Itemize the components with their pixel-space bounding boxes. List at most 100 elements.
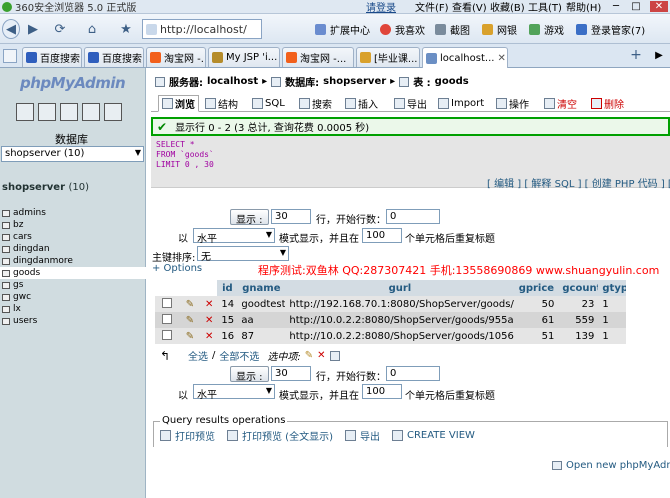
column-header-id[interactable]: id bbox=[217, 280, 237, 296]
export-icon[interactable] bbox=[329, 350, 340, 361]
sidebar-table-gwc[interactable]: gwc bbox=[0, 291, 146, 303]
home-icon[interactable]: ⌂ bbox=[84, 19, 100, 39]
delete-icon[interactable]: ✕ bbox=[205, 315, 213, 326]
delete-icon[interactable]: ✕ bbox=[205, 331, 213, 342]
table-icon[interactable] bbox=[2, 317, 10, 325]
login-manager-icon[interactable] bbox=[576, 24, 587, 35]
forward-icon[interactable]: ▶ bbox=[26, 19, 40, 39]
row-checkbox[interactable] bbox=[155, 312, 179, 328]
table-icon[interactable] bbox=[2, 281, 10, 289]
column-header-gcount[interactable]: gcount bbox=[558, 280, 598, 296]
refresh-icon[interactable]: ⟳ bbox=[52, 19, 68, 39]
new-tab-icon[interactable]: + bbox=[628, 48, 644, 64]
sort-select[interactable]: 无 bbox=[197, 246, 289, 263]
extension-icon[interactable] bbox=[315, 24, 326, 35]
tab-taobao-2[interactable]: 淘宝网 -... bbox=[282, 47, 354, 67]
column-header-gname[interactable]: gname bbox=[237, 280, 285, 296]
print-icon[interactable] bbox=[227, 430, 238, 441]
table-icon[interactable] bbox=[2, 305, 10, 313]
tab-scroll-icon[interactable]: ▶ bbox=[652, 48, 666, 64]
tab-localhost[interactable]: localhost... ✕ bbox=[422, 47, 508, 68]
delete-icon[interactable]: ✕ bbox=[205, 299, 213, 310]
repeat-input-top[interactable]: 100 bbox=[362, 228, 402, 243]
edit-icon[interactable]: ✎ bbox=[186, 331, 194, 342]
repeat-input-bottom[interactable]: 100 bbox=[362, 384, 402, 399]
tab-browse[interactable]: 浏览 bbox=[158, 95, 199, 112]
export-link[interactable]: 导出 bbox=[360, 428, 380, 443]
tab-import[interactable]: Import bbox=[438, 95, 484, 111]
row-edit[interactable]: ✎ bbox=[179, 296, 201, 312]
table-row[interactable]: ✎ ✕ 15 aa http://10.0.2.2:8080/ShopServer/go… bbox=[155, 312, 627, 328]
server-link[interactable]: localhost bbox=[207, 76, 258, 87]
row-delete[interactable]: ✕ bbox=[201, 296, 217, 312]
menu-tools[interactable]: 工具(T) bbox=[528, 0, 562, 13]
game-icon[interactable] bbox=[529, 24, 540, 35]
scissors-icon[interactable] bbox=[435, 24, 446, 35]
window-icon[interactable] bbox=[552, 461, 562, 470]
table-icon[interactable] bbox=[2, 233, 10, 241]
menu-view[interactable]: 查看(V) bbox=[452, 0, 487, 13]
tab-graduation[interactable]: [毕业课... bbox=[356, 47, 420, 67]
table-icon[interactable] bbox=[2, 245, 10, 253]
menu-help[interactable]: 帮助(H) bbox=[566, 0, 601, 13]
table-icon[interactable] bbox=[2, 209, 10, 217]
sidebar-table-users[interactable]: users bbox=[0, 315, 146, 327]
print-icon[interactable] bbox=[160, 430, 171, 441]
menu-bookmarks[interactable]: 收藏(B) bbox=[490, 0, 525, 13]
print-full-link[interactable]: 打印预览 (全文显示) bbox=[242, 428, 333, 443]
tab-close-icon[interactable]: ✕ bbox=[497, 53, 505, 64]
menu-file[interactable]: 文件(F) bbox=[415, 0, 449, 13]
create-view-link[interactable]: CREATE VIEW bbox=[407, 430, 475, 441]
export-icon[interactable] bbox=[344, 430, 356, 441]
table-row[interactable]: ✎ ✕ 14 goodtest http://192.168.70.1:8080/Sho… bbox=[155, 296, 627, 312]
db-select[interactable]: shopserver (10) bbox=[1, 146, 144, 162]
row-delete[interactable]: ✕ bbox=[201, 312, 217, 328]
edit-icon[interactable]: ✎ bbox=[186, 315, 194, 326]
options-link[interactable]: + Options bbox=[152, 263, 202, 274]
sidebar-table-bz[interactable]: bz bbox=[0, 219, 146, 231]
table-icon[interactable] bbox=[2, 221, 10, 229]
rows-input-bottom[interactable]: 30 bbox=[271, 366, 311, 381]
delete-icon[interactable]: ✕ bbox=[317, 350, 325, 361]
row-checkbox[interactable] bbox=[155, 328, 179, 344]
close-window-button[interactable]: ✕ bbox=[650, 1, 668, 12]
sidebar-table-dingdanmore[interactable]: dingdanmore bbox=[0, 255, 146, 267]
column-header-gurl[interactable]: gurl bbox=[285, 280, 514, 296]
edit-icon[interactable]: ✎ bbox=[186, 299, 194, 310]
show-button-bottom[interactable]: 显示 : bbox=[230, 366, 269, 383]
tab-sql[interactable]: SQL bbox=[252, 95, 285, 111]
row-edit[interactable]: ✎ bbox=[179, 328, 201, 344]
favorite-star-icon[interactable]: ★ bbox=[118, 19, 134, 39]
db-crumb-link[interactable]: shopserver bbox=[323, 76, 386, 87]
online-bank-button[interactable]: 网银 bbox=[497, 22, 517, 37]
tab-list-icon[interactable] bbox=[3, 49, 17, 63]
logout-icon[interactable] bbox=[38, 103, 56, 121]
tab-export[interactable]: 导出 bbox=[394, 95, 427, 111]
new-window-link[interactable]: Open new phpMyAdmin bbox=[566, 460, 670, 471]
mode-select-bottom[interactable]: 水平 bbox=[193, 384, 275, 401]
print-preview-link[interactable]: 打印预览 bbox=[175, 428, 215, 443]
checkbox-icon[interactable] bbox=[162, 297, 172, 308]
screenshot-button[interactable]: 截图 bbox=[450, 22, 470, 37]
sidebar-table-cars[interactable]: cars bbox=[0, 231, 146, 243]
sidebar-table-goods[interactable]: goods bbox=[0, 267, 146, 279]
table-icon[interactable] bbox=[2, 293, 10, 301]
row-checkbox[interactable] bbox=[155, 296, 179, 312]
db-title[interactable]: shopserver (10) bbox=[2, 182, 89, 193]
back-icon[interactable]: ◀ bbox=[2, 19, 20, 39]
edit-icon[interactable]: ✎ bbox=[305, 350, 313, 361]
table-crumb-link[interactable]: goods bbox=[435, 76, 469, 87]
tab-operations[interactable]: 操作 bbox=[496, 95, 529, 111]
deselect-all-link[interactable]: 全部不选 bbox=[219, 348, 259, 363]
minimize-button[interactable]: ─ bbox=[608, 1, 624, 12]
tab-baidu-2[interactable]: 百度搜索... bbox=[84, 47, 144, 67]
tab-search[interactable]: 搜索 bbox=[299, 95, 332, 111]
tab-taobao-1[interactable]: 淘宝网 -... bbox=[146, 47, 206, 67]
extension-center[interactable]: 扩展中心 bbox=[330, 22, 370, 37]
games-button[interactable]: 游戏 bbox=[544, 22, 564, 37]
tab-structure[interactable]: 结构 bbox=[205, 95, 238, 111]
tab-myjsp[interactable]: My JSP 'i... bbox=[208, 47, 280, 67]
maximize-button[interactable]: □ bbox=[628, 1, 644, 12]
view-icon[interactable] bbox=[391, 430, 403, 441]
table-icon[interactable] bbox=[2, 257, 10, 265]
